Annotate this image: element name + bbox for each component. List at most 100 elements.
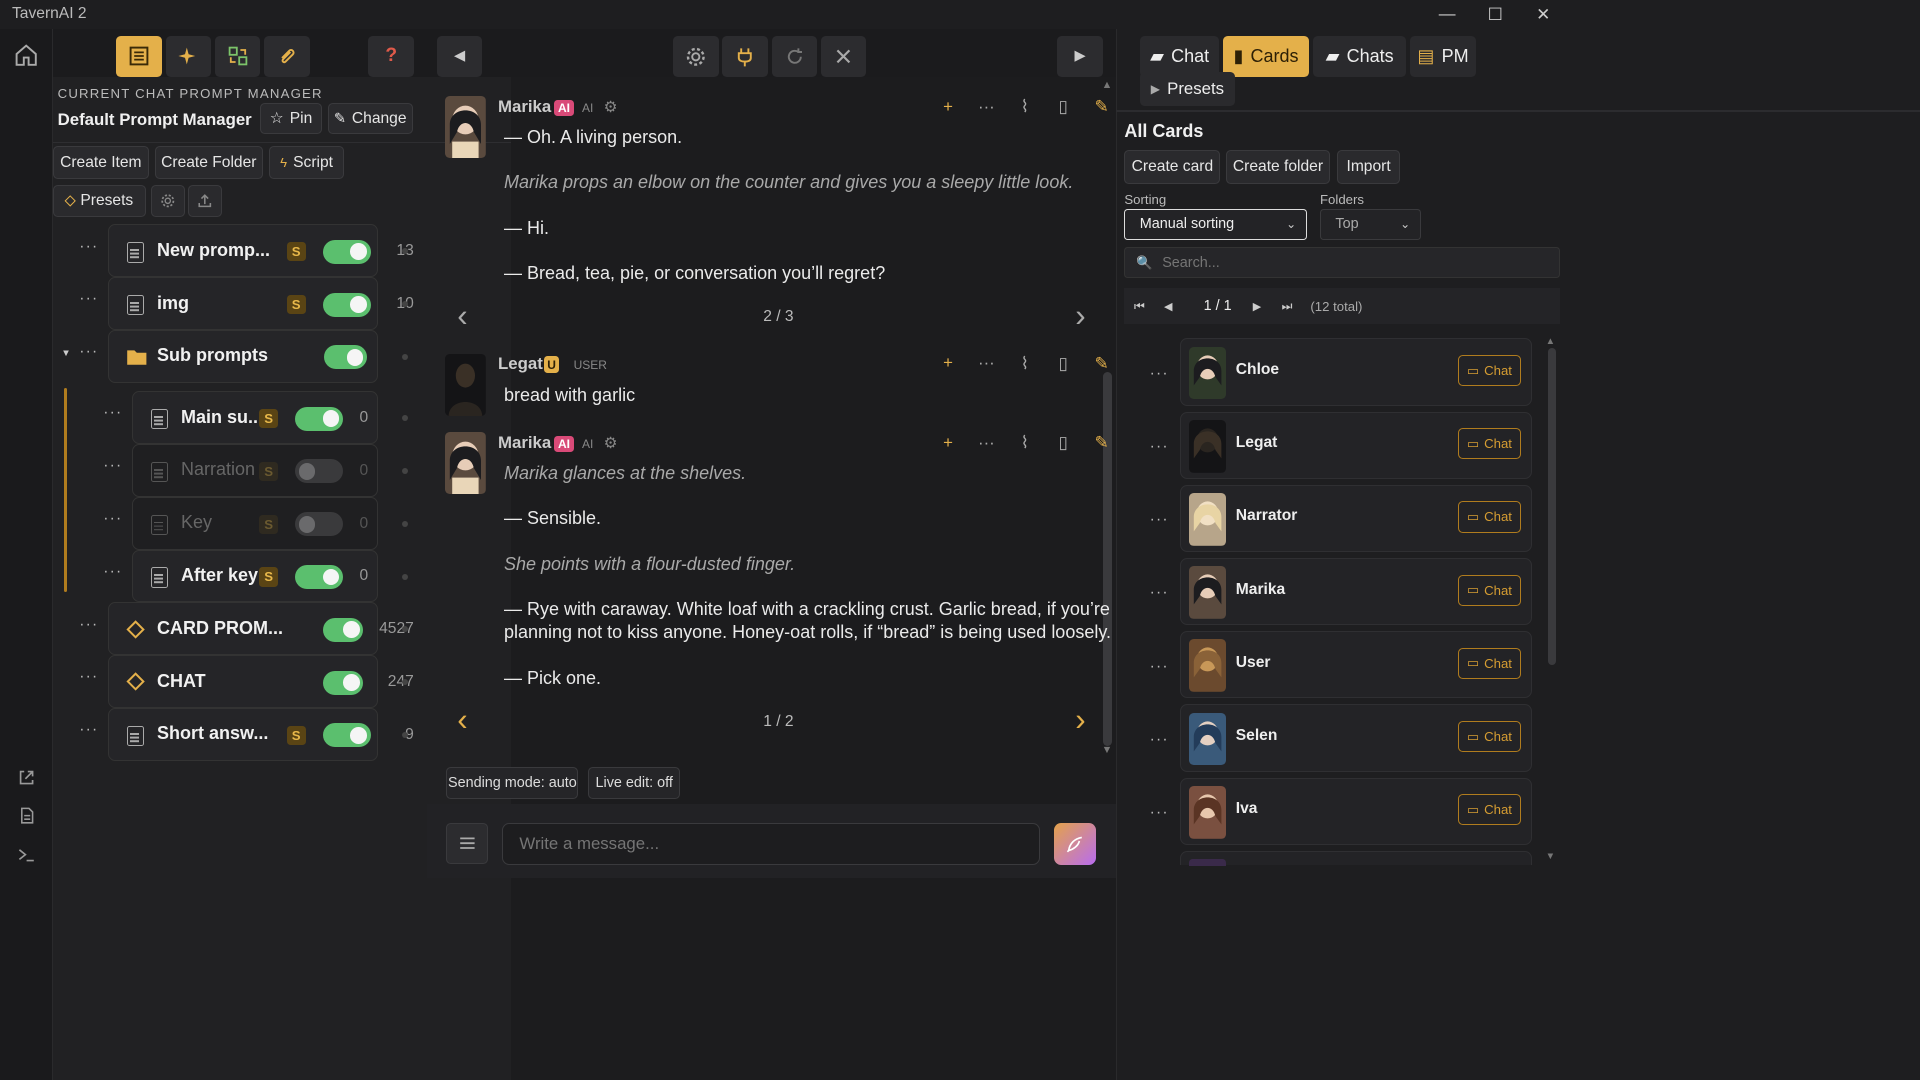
character-card[interactable]: Legat ▭ Chat (1179, 411, 1533, 479)
maximize-button[interactable]: ☐ (1471, 0, 1519, 29)
connection-button[interactable] (722, 36, 768, 77)
prompt-item-disabled[interactable]: Narration S 0 (132, 444, 378, 497)
composer-menu-button[interactable] (446, 823, 489, 864)
export-button[interactable] (188, 184, 222, 218)
create-card-button[interactable]: Create card (1124, 150, 1221, 184)
help-button[interactable]: ? (368, 36, 414, 77)
item-menu-dots[interactable]: ··· (79, 238, 98, 256)
message-input[interactable] (501, 823, 1041, 866)
avatar[interactable] (445, 96, 486, 159)
chat-scrollbar[interactable] (1102, 372, 1113, 747)
prompt-toggle[interactable] (322, 723, 371, 748)
prompt-item[interactable]: CHAT 247 (108, 655, 414, 708)
more-icon[interactable]: ··· (967, 353, 1005, 373)
prompt-item-disabled[interactable]: Key S 0 (132, 496, 378, 550)
drag-handle[interactable] (402, 354, 408, 360)
pin-button[interactable]: ☆ Pin (260, 103, 322, 135)
card-menu-dots[interactable]: ··· (1150, 365, 1169, 383)
swipe-next-icon[interactable]: › (1075, 702, 1085, 738)
collapse-caret-icon[interactable]: ▼ (61, 348, 71, 359)
tab-presets[interactable]: ▶ Presets (1140, 72, 1235, 106)
card-menu-dots[interactable]: ··· (1150, 511, 1169, 529)
home-icon[interactable] (12, 41, 41, 70)
script-button[interactable]: ϟ Script (268, 146, 345, 179)
drag-handle[interactable] (402, 732, 408, 738)
prompt-toggle[interactable] (295, 512, 343, 537)
external-link-icon[interactable] (12, 763, 41, 792)
start-chat-button[interactable]: ▭ Chat (1458, 501, 1521, 533)
paperclip-icon[interactable]: ⌇ (1006, 353, 1044, 374)
next-page-icon[interactable]: ▶ (1253, 300, 1261, 313)
item-menu-dots[interactable]: ··· (79, 616, 98, 634)
drag-handle[interactable] (402, 573, 408, 580)
tab-chats[interactable]: ▰ Chats (1312, 36, 1407, 77)
add-icon[interactable]: + (929, 433, 967, 453)
live-edit-button[interactable]: Live edit: off (588, 766, 681, 800)
character-card[interactable]: Chloe ▭ Chat (1179, 338, 1533, 406)
card-menu-dots[interactable]: ··· (1150, 731, 1169, 749)
edit-icon[interactable]: ✎ (1082, 432, 1120, 453)
scroll-up-icon[interactable]: ▲ (1546, 336, 1556, 347)
prompt-item[interactable]: img S 10 (108, 277, 414, 330)
prompt-item[interactable]: Main su... S 0 (132, 391, 378, 444)
preset-settings-button[interactable] (151, 184, 185, 218)
sorting-select[interactable]: Manual sorting ⌄ (1124, 208, 1307, 240)
tab-chat[interactable]: ▰ Chat (1140, 36, 1220, 77)
more-icon[interactable]: ··· (967, 97, 1005, 117)
item-menu-dots[interactable]: ··· (103, 457, 122, 475)
card-menu-dots[interactable]: ··· (1150, 804, 1169, 822)
folders-select[interactable]: Top ⌄ (1320, 208, 1421, 240)
prompt-toggle[interactable] (322, 239, 371, 264)
attachment-button[interactable] (264, 36, 310, 77)
item-menu-dots[interactable]: ··· (103, 563, 122, 581)
sparkles-button[interactable] (165, 36, 212, 77)
tab-cards[interactable]: ▮ Cards (1222, 36, 1310, 77)
collapse-right-button[interactable]: ▶ (1057, 36, 1103, 77)
start-chat-button[interactable]: ▭ Chat (1458, 574, 1521, 606)
prompt-toggle[interactable] (322, 617, 364, 642)
avatar[interactable] (445, 354, 486, 417)
start-chat-button[interactable]: ▭ Chat (1458, 428, 1521, 460)
item-menu-dots[interactable]: ··· (79, 721, 98, 739)
prev-page-icon[interactable]: ◀ (1164, 300, 1172, 313)
cards-scrollbar[interactable] (1548, 348, 1557, 665)
character-card[interactable]: Selen ▭ Chat (1179, 704, 1533, 772)
card-menu-dots[interactable]: ··· (1150, 584, 1169, 602)
card-menu-dots[interactable]: ··· (1150, 438, 1169, 456)
presets-button[interactable]: Presets (52, 184, 147, 218)
card-menu-dots[interactable]: ··· (1150, 658, 1169, 676)
drag-handle[interactable] (402, 520, 408, 527)
last-page-icon[interactable]: ⏭ (1282, 299, 1293, 314)
start-chat-button[interactable]: ▭ Chat (1458, 720, 1521, 753)
collapse-left-button[interactable]: ◀ (436, 36, 483, 77)
sending-mode-button[interactable]: Sending mode: auto (446, 766, 579, 800)
document-icon[interactable] (12, 802, 41, 831)
item-menu-dots[interactable]: ··· (79, 343, 98, 361)
minimize-button[interactable]: — (1423, 0, 1471, 29)
first-page-icon[interactable]: ⏮ (1134, 299, 1145, 314)
paperclip-icon[interactable]: ⌇ (1006, 96, 1044, 117)
close-chat-button[interactable] (820, 36, 867, 77)
folder-toggle[interactable] (323, 345, 367, 370)
character-card-partial[interactable] (1179, 850, 1533, 867)
refresh-button[interactable] (771, 36, 818, 77)
swap-button[interactable] (214, 36, 261, 77)
prompt-toggle[interactable] (295, 406, 343, 431)
item-menu-dots[interactable]: ··· (103, 510, 122, 528)
prompt-item[interactable]: Short answ... S 9 (108, 708, 414, 761)
settings-button[interactable] (673, 36, 719, 77)
prompt-toggle[interactable] (322, 292, 371, 317)
scroll-down-icon[interactable]: ▼ (1546, 851, 1556, 862)
search-input[interactable] (1162, 254, 1523, 271)
drag-handle[interactable] (402, 468, 408, 474)
prompt-manager-toolbar-button[interactable] (116, 36, 162, 77)
prompt-item[interactable]: New promp... S 13 (108, 224, 414, 278)
edit-icon[interactable]: ✎ (1082, 96, 1120, 117)
paperclip-icon[interactable]: ⌇ (1006, 432, 1044, 453)
prompt-item[interactable]: CARD PROM... 4527 (108, 602, 414, 656)
item-menu-dots[interactable]: ··· (79, 290, 98, 308)
edit-icon[interactable]: ✎ (1082, 353, 1120, 374)
search-box[interactable]: 🔍 (1124, 247, 1560, 279)
character-card[interactable]: Narrator ▭ Chat (1179, 484, 1533, 552)
swipe-next-icon[interactable]: › (1075, 298, 1085, 334)
